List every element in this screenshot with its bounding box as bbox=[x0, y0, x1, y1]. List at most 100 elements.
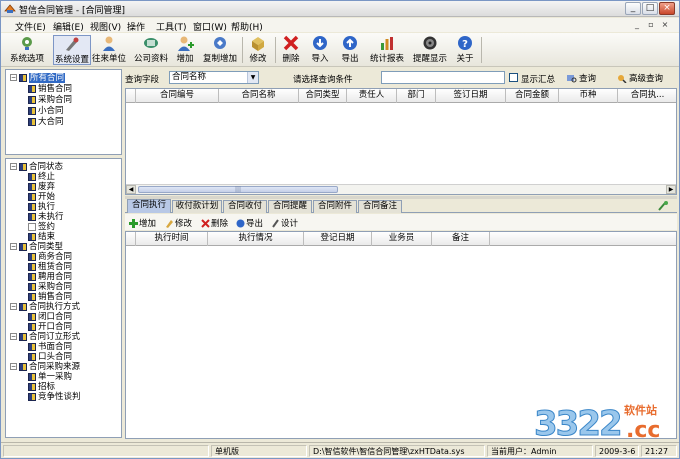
column-header[interactable]: 合同金额 bbox=[506, 89, 559, 103]
column-header[interactable]: 签订日期 bbox=[436, 89, 506, 103]
collapse-icon[interactable]: − bbox=[10, 74, 17, 81]
maximize-button[interactable]: □ bbox=[642, 2, 658, 15]
close-button[interactable]: × bbox=[659, 2, 675, 15]
tree-item[interactable]: 小合同 bbox=[28, 106, 64, 116]
menu-window[interactable]: 窗口(W) bbox=[193, 20, 227, 33]
column-header[interactable]: 业务员 bbox=[372, 232, 432, 246]
report-button[interactable]: 统计报表 bbox=[368, 35, 406, 65]
tree-group-source[interactable]: − 合同采购来源 bbox=[10, 362, 80, 372]
menu-tools[interactable]: 工具(T) bbox=[156, 20, 187, 33]
tree-group-execution[interactable]: − 合同执行方式 bbox=[10, 302, 80, 312]
mdi-minimize-button[interactable]: _ bbox=[631, 19, 643, 30]
tab-payments[interactable]: 合同收付 bbox=[223, 200, 267, 213]
collapse-icon[interactable]: − bbox=[10, 333, 17, 340]
search-button[interactable]: 查询 bbox=[567, 72, 596, 84]
tree-item[interactable]: 闭口合同 bbox=[28, 312, 72, 322]
mdi-restore-button[interactable]: ▫ bbox=[645, 19, 657, 30]
menu-help[interactable]: 帮助(H) bbox=[231, 20, 263, 33]
company-info-button[interactable]: 公司资料 bbox=[132, 35, 170, 65]
tree-item[interactable]: 未执行 bbox=[28, 212, 64, 222]
scroll-left-icon[interactable]: ◀ bbox=[126, 185, 136, 194]
column-header[interactable]: 合同编号 bbox=[136, 89, 219, 103]
reminder-button[interactable]: 提醒显示 bbox=[411, 35, 449, 65]
scroll-right-icon[interactable]: ▶ bbox=[666, 185, 676, 194]
tree-item[interactable]: 单一采购 bbox=[28, 372, 72, 382]
copy-add-button[interactable]: 复制增加 bbox=[201, 35, 239, 65]
column-header[interactable]: 登记日期 bbox=[304, 232, 372, 246]
column-header[interactable]: 执行时间 bbox=[136, 232, 208, 246]
column-header[interactable]: 执行情况 bbox=[208, 232, 304, 246]
detail-export-button[interactable]: 导出 bbox=[236, 217, 263, 229]
book-icon bbox=[28, 232, 36, 241]
tree-item[interactable]: 结束 bbox=[28, 232, 55, 242]
query-condition-input[interactable] bbox=[381, 71, 505, 84]
tab-attachments[interactable]: 合同附件 bbox=[313, 200, 357, 213]
tree-item[interactable]: 销售合同 bbox=[28, 84, 72, 94]
scroll-thumb[interactable]: ||| bbox=[138, 186, 338, 193]
contract-table[interactable]: 合同编号 合同名称 合同类型 责任人 部门 签订日期 合同金额 币种 合同执..… bbox=[125, 88, 677, 195]
tree-item[interactable]: 书面合同 bbox=[28, 342, 72, 352]
detail-design-button[interactable]: 设计 bbox=[271, 217, 298, 229]
detail-delete-button[interactable]: 删除 bbox=[201, 217, 228, 229]
advanced-search-button[interactable]: 高级查询 bbox=[617, 72, 663, 84]
tree-item[interactable]: 开始 bbox=[28, 192, 55, 202]
settings-icon[interactable] bbox=[657, 200, 669, 212]
export-button[interactable]: 导出 bbox=[339, 35, 361, 65]
column-header[interactable]: 合同类型 bbox=[299, 89, 347, 103]
mdi-close-button[interactable]: × bbox=[659, 19, 671, 30]
tree-item[interactable]: 废弃 bbox=[28, 182, 55, 192]
tree-item[interactable]: 签约 bbox=[28, 222, 55, 232]
collapse-icon[interactable]: − bbox=[10, 303, 17, 310]
query-field-select[interactable]: 合同名称 ▼ bbox=[169, 71, 259, 84]
column-header[interactable]: 备注 bbox=[432, 232, 490, 246]
tab-payment-plan[interactable]: 收付款计划 bbox=[172, 200, 222, 213]
system-options-button[interactable]: 系统选项 bbox=[8, 35, 46, 65]
menu-edit[interactable]: 编辑(E) bbox=[53, 20, 84, 33]
tree-item[interactable]: 开口合同 bbox=[28, 322, 72, 332]
collapse-icon[interactable]: − bbox=[10, 363, 17, 370]
column-header[interactable]: 币种 bbox=[559, 89, 618, 103]
tree-group-type[interactable]: − 合同类型 bbox=[10, 242, 63, 252]
tree-group-form[interactable]: − 合同订立形式 bbox=[10, 332, 80, 342]
tree-item[interactable]: 租赁合同 bbox=[28, 262, 72, 272]
system-settings-button[interactable]: 系统设置 bbox=[53, 35, 91, 65]
tree-item[interactable]: 大合同 bbox=[28, 117, 64, 127]
detail-add-button[interactable]: 增加 bbox=[129, 217, 156, 229]
tree-item[interactable]: 商务合同 bbox=[28, 252, 72, 262]
show-summary-checkbox[interactable] bbox=[509, 73, 518, 82]
detail-edit-button[interactable]: 修改 bbox=[165, 217, 192, 229]
tab-notes[interactable]: 合同备注 bbox=[358, 200, 402, 213]
column-header[interactable]: 合同执... bbox=[618, 89, 676, 103]
delete-button[interactable]: 删除 bbox=[280, 35, 302, 65]
collapse-icon[interactable]: − bbox=[10, 163, 17, 170]
column-header[interactable]: 合同名称 bbox=[219, 89, 299, 103]
menu-view[interactable]: 视图(V) bbox=[90, 20, 121, 33]
edit-button[interactable]: 修改 bbox=[247, 35, 269, 65]
book-icon bbox=[28, 282, 36, 291]
tab-reminders[interactable]: 合同提醒 bbox=[268, 200, 312, 213]
tab-execution[interactable]: 合同执行 bbox=[127, 199, 171, 213]
tree-item-all-contracts[interactable]: − 所有合同 bbox=[10, 73, 66, 83]
tree-item[interactable]: 聘用合同 bbox=[28, 272, 72, 282]
contacts-button[interactable]: 往来单位 bbox=[91, 35, 127, 65]
about-button[interactable]: ? 关于 bbox=[454, 35, 476, 65]
add-button[interactable]: 增加 bbox=[174, 35, 196, 65]
tree-group-status[interactable]: − 合同状态 bbox=[10, 162, 63, 172]
menu-file[interactable]: 文件(E) bbox=[15, 20, 46, 33]
tree-item[interactable]: 招标 bbox=[28, 382, 55, 392]
collapse-icon[interactable]: − bbox=[10, 243, 17, 250]
menu-operation[interactable]: 操作 bbox=[127, 20, 145, 33]
tree-item[interactable]: 采购合同 bbox=[28, 95, 72, 105]
tree-item[interactable]: 竞争性谈判 bbox=[28, 392, 81, 402]
column-header[interactable]: 部门 bbox=[397, 89, 436, 103]
tree-item[interactable]: 终止 bbox=[28, 172, 55, 182]
import-button[interactable]: 导入 bbox=[309, 35, 331, 65]
minimize-button[interactable]: _ bbox=[625, 2, 641, 15]
horizontal-scrollbar[interactable]: ◀ ||| ▶ bbox=[126, 184, 676, 194]
chevron-down-icon[interactable]: ▼ bbox=[247, 72, 258, 83]
tree-item[interactable]: 销售合同 bbox=[28, 292, 72, 302]
tree-item[interactable]: 执行 bbox=[28, 202, 55, 212]
tree-item[interactable]: 口头合同 bbox=[28, 352, 72, 362]
column-header[interactable]: 责任人 bbox=[347, 89, 397, 103]
tree-item[interactable]: 采购合同 bbox=[28, 282, 72, 292]
